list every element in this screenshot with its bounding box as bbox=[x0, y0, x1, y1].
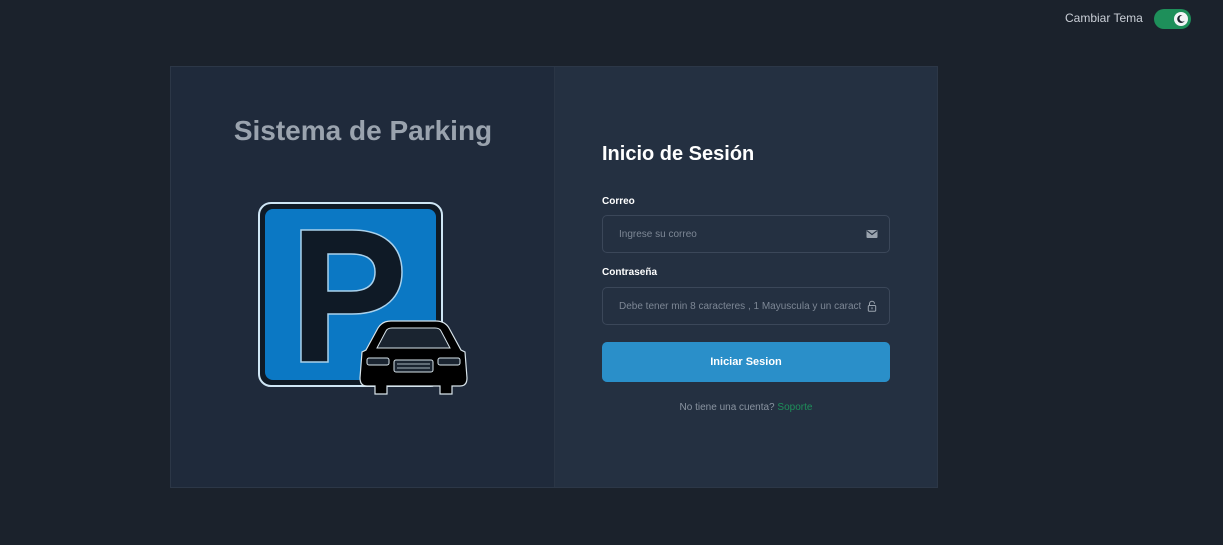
brand-title: Sistema de Parking bbox=[233, 115, 493, 146]
password-field[interactable] bbox=[603, 288, 889, 324]
password-label: Contraseña bbox=[602, 267, 658, 278]
lock-icon bbox=[867, 300, 877, 312]
login-card: Sistema de Parking Inicio de Sesión Corr… bbox=[170, 66, 938, 488]
envelope-icon bbox=[866, 230, 878, 238]
login-form-panel: Inicio de Sesión Correo Contraseña Inici… bbox=[555, 67, 937, 487]
support-link[interactable]: Soporte bbox=[777, 402, 812, 413]
no-account-text: No tiene una cuenta? bbox=[679, 402, 775, 413]
theme-toggle-label: Cambiar Tema bbox=[1065, 11, 1143, 25]
email-field-wrapper bbox=[602, 215, 890, 253]
top-bar: Cambiar Tema bbox=[0, 0, 1223, 36]
email-label: Correo bbox=[602, 196, 635, 207]
email-field[interactable] bbox=[603, 216, 889, 252]
brand-panel: Sistema de Parking bbox=[171, 67, 555, 487]
toggle-knob bbox=[1174, 12, 1188, 26]
moon-icon bbox=[1177, 14, 1185, 23]
login-button[interactable]: Iniciar Sesion bbox=[602, 342, 890, 382]
no-account-note: No tiene una cuenta? Soporte bbox=[602, 402, 890, 413]
theme-toggle[interactable] bbox=[1154, 9, 1191, 29]
parking-sign-with-car-icon bbox=[258, 202, 468, 395]
form-title: Inicio de Sesión bbox=[602, 143, 755, 165]
password-field-wrapper bbox=[602, 287, 890, 325]
